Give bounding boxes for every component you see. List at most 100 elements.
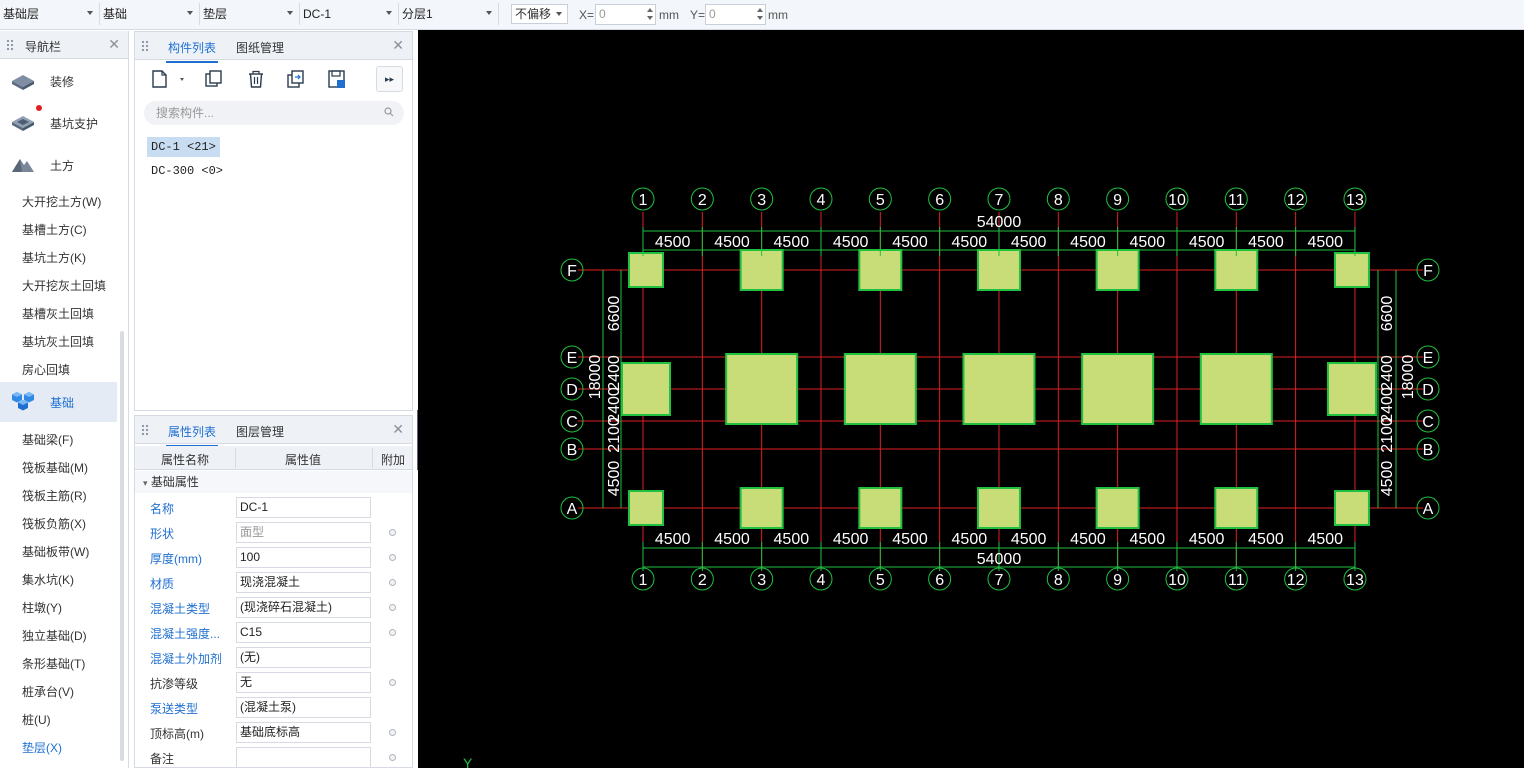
component-list-panel: 构件列表 图纸管理 ✕ ▸▸ 搜索构件... DC-1 <21> DC-300 …	[134, 31, 413, 411]
cushion-pad	[628, 490, 664, 526]
drag-handle-icon[interactable]	[141, 424, 149, 436]
nav-item-room-backfill[interactable]: 房心回填	[22, 361, 70, 378]
property-save-icon[interactable]	[325, 68, 349, 90]
nav-item-raft-foundation[interactable]: 筏板基础(M)	[22, 459, 88, 476]
search-placeholder: 搜索构件...	[156, 106, 215, 120]
tab-drawing-management[interactable]: 图纸管理	[236, 39, 284, 56]
nav-item-foundation-beam[interactable]: 基础梁(F)	[22, 431, 73, 448]
property-value-input[interactable]: 基础底标高	[236, 722, 371, 743]
cushion-pad	[725, 353, 799, 425]
dimension-label: 2400	[606, 355, 623, 391]
nav-category-decoration[interactable]: 装修	[0, 61, 117, 101]
nav-item-trench-lime-backfill[interactable]: 基槽灰土回填	[22, 305, 94, 322]
ucs-y-label: Y	[463, 755, 473, 768]
nav-item-pile-cap[interactable]: 桩承台(V)	[22, 683, 74, 700]
copy-component-icon[interactable]	[202, 68, 226, 90]
axis-number-label: 8	[1054, 192, 1063, 209]
extra-checkbox[interactable]	[389, 729, 396, 736]
nav-category-pit-support[interactable]: 基坑支护	[0, 103, 117, 143]
tab-property-list[interactable]: 属性列表	[165, 423, 219, 447]
nav-item-sump[interactable]: 集水坑(K)	[22, 571, 74, 588]
tab-component-list[interactable]: 构件列表	[165, 39, 219, 63]
component-dropdown[interactable]: DC-1	[300, 3, 399, 25]
spin-down-icon[interactable]	[647, 16, 653, 20]
property-value-input[interactable]	[236, 747, 371, 768]
dimension-label: 4500	[714, 531, 750, 548]
foundation-plan-drawing[interactable]: 4500 4500 4500 4500 4500 4500 4500 4500 4500 4500…	[418, 30, 1524, 768]
nav-item-raft-main-rebar[interactable]: 筏板主筋(R)	[22, 487, 87, 504]
new-component-icon[interactable]	[149, 68, 189, 90]
nav-category-foundation[interactable]: 基础	[0, 382, 117, 422]
x-offset-input[interactable]: 0	[595, 4, 656, 25]
nav-item-raft-negative-rebar[interactable]: 筏板负筋(X)	[22, 515, 86, 532]
y-unit: mm	[768, 8, 788, 22]
extra-checkbox[interactable]	[389, 629, 396, 636]
property-table-header: 属性名称 属性值 附加	[135, 446, 412, 470]
dimension-label: 4500	[774, 531, 810, 548]
property-row: 抗渗等级 无	[135, 670, 412, 695]
nav-item-pier[interactable]: 柱墩(Y)	[22, 599, 62, 616]
component-item-dc-1[interactable]: DC-1 <21>	[147, 137, 220, 157]
property-value-input[interactable]: 100	[236, 547, 371, 568]
extra-checkbox[interactable]	[389, 579, 396, 586]
element-type-dropdown[interactable]: 垫层	[200, 3, 300, 25]
drag-handle-icon[interactable]	[6, 39, 14, 51]
y-offset-input[interactable]: 0	[705, 4, 766, 25]
extra-checkbox[interactable]	[389, 754, 396, 761]
nav-scrollbar[interactable]	[120, 331, 124, 761]
component-item-dc-300[interactable]: DC-300 <0>	[147, 161, 227, 181]
close-icon[interactable]: ✕	[392, 38, 404, 52]
dimension-total-label: 54000	[977, 214, 1022, 231]
extra-checkbox[interactable]	[389, 554, 396, 561]
spin-up-icon[interactable]	[647, 8, 653, 12]
drawing-canvas[interactable]: 4500 4500 4500 4500 4500 4500 4500 4500 4500 4500…	[418, 30, 1524, 768]
property-value-input[interactable]: (混凝土泵)	[236, 697, 371, 718]
axis-number-label: 10	[1168, 192, 1186, 209]
property-name: 抗渗等级	[150, 677, 199, 691]
property-group-basic[interactable]: ▾ 基础属性	[135, 471, 412, 493]
property-value-input[interactable]: DC-1	[236, 497, 371, 518]
axis-letter-label: E	[1423, 350, 1434, 367]
nav-item-strip-foundation[interactable]: 条形基础(T)	[22, 655, 85, 672]
earthwork-icon	[12, 159, 34, 172]
offset-dropdown[interactable]: 不偏移	[511, 4, 568, 24]
nav-item-trench-earthwork[interactable]: 基槽土方(C)	[22, 221, 87, 238]
extra-checkbox[interactable]	[389, 679, 396, 686]
category-dropdown[interactable]: 基础	[100, 3, 200, 25]
floor-dropdown[interactable]: 基础层	[0, 3, 100, 25]
nav-category-earthwork[interactable]: 土方	[0, 145, 117, 185]
nav-item-foundation-strip[interactable]: 基础板带(W)	[22, 543, 89, 560]
property-value-input[interactable]: 面型	[236, 522, 371, 543]
property-value-input[interactable]: 无	[236, 672, 371, 693]
extra-checkbox[interactable]	[389, 529, 396, 536]
close-icon[interactable]: ✕	[392, 422, 404, 436]
property-value-input[interactable]: C15	[236, 622, 371, 643]
property-row: 顶标高(m) 基础底标高	[135, 720, 412, 745]
nav-item-isolated-foundation[interactable]: 独立基础(D)	[22, 627, 87, 644]
nav-item-pit-lime-backfill[interactable]: 基坑灰土回填	[22, 333, 94, 350]
property-row: 泵送类型 (混凝土泵)	[135, 695, 412, 720]
dimension-label: 6600	[1379, 296, 1396, 332]
search-input[interactable]: 搜索构件...	[144, 101, 404, 125]
copy-to-floor-icon[interactable]	[284, 68, 308, 90]
nav-item-cushion[interactable]: 垫层(X)	[22, 739, 62, 756]
close-icon[interactable]: ✕	[108, 37, 120, 51]
property-name: 形状	[150, 527, 175, 541]
property-value-input[interactable]: (现浇碎石混凝土)	[236, 597, 371, 618]
spin-up-icon[interactable]	[757, 8, 763, 12]
nav-item-open-lime-backfill[interactable]: 大开挖灰土回填	[22, 277, 106, 294]
delete-icon[interactable]	[244, 68, 268, 90]
nav-item-pile[interactable]: 桩(U)	[22, 711, 51, 728]
dimension-label: 4500	[1379, 461, 1396, 497]
property-value-input[interactable]: 现浇混凝土	[236, 572, 371, 593]
more-tools-button[interactable]: ▸▸	[376, 66, 403, 92]
nav-item-open-excavation[interactable]: 大开挖土方(W)	[22, 193, 101, 210]
cushion-pad	[1326, 362, 1377, 416]
property-value-input[interactable]: (无)	[236, 647, 371, 668]
tab-layer-management[interactable]: 图层管理	[236, 423, 284, 440]
nav-item-pit-earthwork[interactable]: 基坑土方(K)	[22, 249, 86, 266]
spin-down-icon[interactable]	[757, 16, 763, 20]
layer-dropdown[interactable]: 分层1	[399, 3, 499, 25]
extra-checkbox[interactable]	[389, 604, 396, 611]
drag-handle-icon[interactable]	[141, 40, 149, 52]
